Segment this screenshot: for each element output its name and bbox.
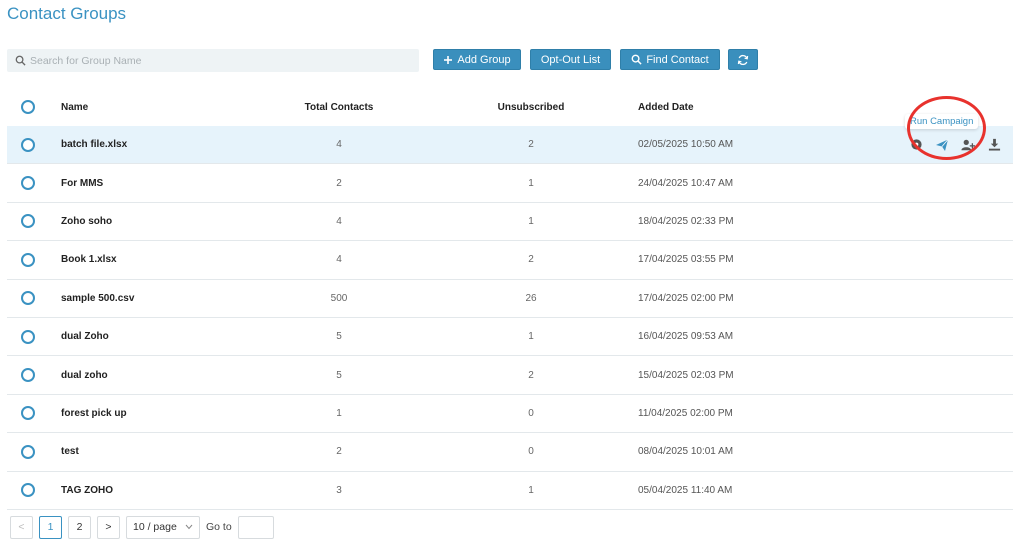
refresh-icon (737, 54, 749, 65)
group-name: dual Zoho (61, 331, 109, 343)
unsubscribed: 2 (528, 139, 534, 151)
add-group-button[interactable]: Add Group (433, 49, 521, 70)
group-name: TAG ZOHO (61, 484, 114, 496)
opt-out-list-label: Opt-Out List (540, 53, 601, 66)
table-row[interactable]: For MMS 2 1 24/04/2025 10:47 AM (7, 164, 1013, 203)
unsubscribed: 2 (528, 369, 534, 381)
added-date: 11/04/2025 02:00 PM (638, 407, 733, 419)
table-header: Name Total Contacts Unsubscribed Added D… (7, 88, 1013, 126)
table-row[interactable]: Zoho soho 4 1 18/04/2025 02:33 PM (7, 203, 1013, 242)
group-name: forest pick up (61, 407, 127, 419)
find-contact-button[interactable]: Find Contact (620, 49, 720, 70)
table-row[interactable]: forest pick up 1 0 11/04/2025 02:00 PM (7, 395, 1013, 434)
total-contacts: 3 (336, 484, 342, 496)
row-actions (909, 126, 1001, 163)
page-title: Contact Groups (7, 4, 127, 23)
add-user-icon[interactable] (961, 138, 975, 152)
table-row[interactable]: sample 500.csv 500 26 17/04/2025 02:00 P… (7, 280, 1013, 318)
view-icon[interactable] (909, 138, 923, 152)
unsubscribed: 0 (528, 407, 534, 419)
unsubscribed: 26 (525, 292, 537, 304)
unsubscribed: 1 (528, 484, 534, 496)
row-checkbox[interactable] (21, 164, 37, 201)
page-2-button[interactable]: 2 (68, 515, 91, 539)
row-checkbox[interactable] (21, 433, 37, 470)
added-date: 18/04/2025 02:33 PM (638, 215, 734, 227)
group-name: Book 1.xlsx (61, 254, 117, 266)
group-name: dual zoho (61, 369, 108, 381)
added-date: 17/04/2025 02:00 PM (638, 292, 734, 304)
add-group-label: Add Group (457, 53, 511, 66)
table-row[interactable]: TAG ZOHO 3 1 05/04/2025 11:40 AM (7, 472, 1013, 510)
total-contacts: 5 (336, 369, 342, 381)
header-unsubscribed: Unsubscribed (497, 101, 565, 113)
prev-page-button[interactable]: < (10, 515, 33, 539)
table-row[interactable]: dual zoho 5 2 15/04/2025 02:03 PM (7, 356, 1013, 395)
row-checkbox[interactable] (21, 318, 37, 355)
row-checkbox[interactable] (21, 203, 37, 240)
plus-icon (444, 55, 453, 64)
added-date: 16/04/2025 09:53 AM (638, 331, 734, 343)
row-checkbox[interactable] (21, 280, 37, 317)
total-contacts: 2 (336, 177, 342, 189)
page-size-value: 10 / page (133, 521, 177, 533)
contact-groups-table: Name Total Contacts Unsubscribed Added D… (7, 88, 1013, 510)
next-page-button[interactable]: > (97, 515, 120, 539)
table-row[interactable]: Book 1.xlsx 4 2 17/04/2025 03:55 PM (7, 241, 1013, 280)
unsubscribed: 1 (528, 331, 534, 343)
page-size-select[interactable]: 10 / page (126, 515, 200, 539)
total-contacts: 4 (336, 139, 342, 151)
search-input[interactable] (30, 54, 410, 67)
search-box[interactable] (7, 49, 419, 72)
added-date: 02/05/2025 10:50 AM (638, 139, 734, 151)
opt-out-list-button[interactable]: Opt-Out List (530, 49, 611, 70)
run-campaign-tooltip: Run Campaign (905, 114, 979, 129)
total-contacts: 4 (336, 254, 342, 266)
search-icon (15, 55, 26, 66)
row-checkbox[interactable] (21, 241, 37, 278)
pagination: < 1 2 > 10 / page Go to (10, 515, 274, 539)
header-total-contacts: Total Contacts (304, 101, 374, 113)
goto-page-input[interactable] (237, 515, 274, 539)
table-row[interactable]: batch file.xlsx 4 2 02/05/2025 10:50 AM (7, 126, 1013, 165)
group-name: sample 500.csv (61, 292, 135, 304)
row-checkbox[interactable] (21, 472, 37, 509)
group-name: Zoho soho (61, 215, 113, 227)
group-name: For MMS (61, 177, 104, 189)
send-icon[interactable] (935, 138, 949, 152)
unsubscribed: 2 (528, 254, 534, 266)
row-checkbox[interactable] (21, 126, 37, 163)
search-icon (631, 54, 642, 65)
table-row[interactable]: dual Zoho 5 1 16/04/2025 09:53 AM (7, 318, 1013, 357)
find-contact-label: Find Contact (646, 53, 709, 66)
page-1-button[interactable]: 1 (39, 515, 62, 539)
goto-label: Go to (206, 521, 232, 533)
select-all-checkbox[interactable] (21, 88, 37, 126)
unsubscribed: 1 (528, 177, 534, 189)
download-icon[interactable] (987, 138, 1001, 152)
refresh-button[interactable] (728, 49, 758, 70)
group-name: batch file.xlsx (61, 139, 128, 151)
total-contacts: 1 (336, 407, 342, 419)
total-contacts: 500 (330, 292, 348, 304)
table-row[interactable]: test 2 0 08/04/2025 10:01 AM (7, 433, 1013, 472)
group-name: test (61, 446, 79, 458)
added-date: 17/04/2025 03:55 PM (638, 254, 734, 266)
added-date: 24/04/2025 10:47 AM (638, 177, 734, 189)
unsubscribed: 1 (528, 215, 534, 227)
added-date: 15/04/2025 02:03 PM (638, 369, 734, 381)
total-contacts: 2 (336, 446, 342, 458)
total-contacts: 4 (336, 215, 342, 227)
row-checkbox[interactable] (21, 356, 37, 393)
header-added-date: Added Date (638, 101, 694, 113)
row-checkbox[interactable] (21, 395, 37, 432)
total-contacts: 5 (336, 331, 342, 343)
chevron-down-icon (185, 524, 193, 530)
unsubscribed: 0 (528, 446, 534, 458)
header-name: Name (61, 101, 89, 113)
added-date: 05/04/2025 11:40 AM (638, 484, 733, 496)
added-date: 08/04/2025 10:01 AM (638, 446, 734, 458)
